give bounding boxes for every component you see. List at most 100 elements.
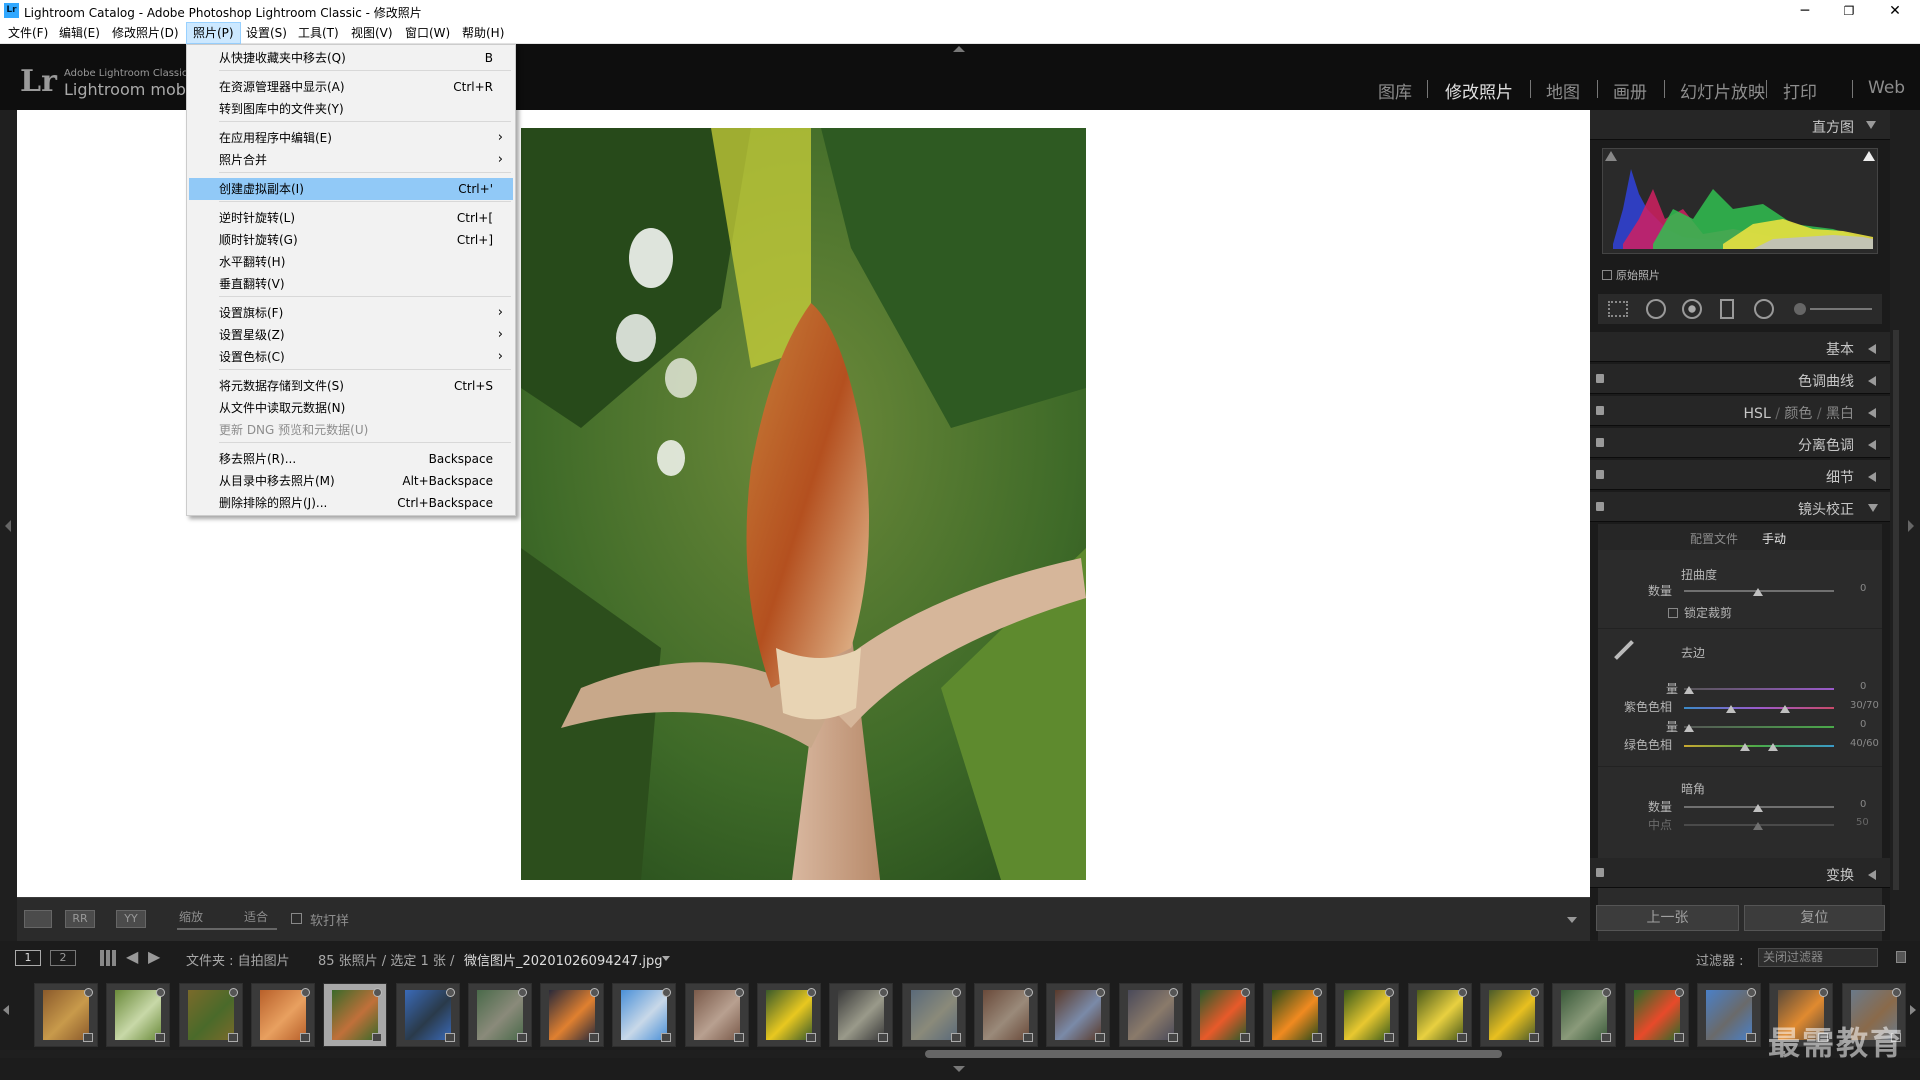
right-panel-scrollbar[interactable] <box>1893 330 1899 890</box>
filmstrip-thumbnail[interactable] <box>34 983 98 1047</box>
radial-filter-icon[interactable] <box>1754 299 1774 319</box>
filmstrip-thumbnail[interactable] <box>1480 983 1544 1047</box>
basic-panel-header[interactable]: 基本 <box>1590 332 1890 362</box>
previous-button[interactable]: 上一张 <box>1596 905 1739 931</box>
transform-expand-icon[interactable] <box>1868 870 1876 880</box>
filmstrip-thumbnail[interactable] <box>1407 983 1472 1047</box>
purple-hue-knob-low[interactable] <box>1726 705 1736 713</box>
tone-curve-header[interactable]: 色调曲线 <box>1590 364 1890 394</box>
maximize-icon[interactable]: ❐ <box>1826 0 1872 22</box>
filmstrip-thumbnail[interactable] <box>973 983 1038 1047</box>
filmstrip-thumbnail[interactable] <box>106 983 171 1047</box>
menu-7[interactable]: 视图(V) <box>345 22 399 44</box>
photo-menu-item[interactable]: 设置旗标(F) › <box>189 302 513 324</box>
hsl-header[interactable]: HSL / 颜色 / 黑白 <box>1590 396 1890 426</box>
detail-header[interactable]: 细节 <box>1590 460 1890 490</box>
tone-curve-switch[interactable] <box>1596 374 1604 383</box>
module-tab-5[interactable]: 幻灯片放映 <box>1680 78 1765 103</box>
lens-collapse-icon[interactable] <box>1868 504 1878 512</box>
eyedropper-icon[interactable] <box>1614 640 1634 660</box>
filmstrip-thumbnail[interactable] <box>467 983 532 1047</box>
filmstrip-thumbnail[interactable] <box>1190 983 1255 1047</box>
menu-8[interactable]: 窗口(W) <box>399 22 456 44</box>
hsl-switch[interactable] <box>1596 406 1604 415</box>
forward-arrow-icon[interactable]: ▶ <box>148 947 160 966</box>
module-tab-1[interactable]: 图库 <box>1378 78 1412 103</box>
menu-9[interactable]: 帮助(H) <box>456 22 510 44</box>
vignetting-midpoint-knob[interactable] <box>1753 822 1763 830</box>
constrain-crop-checkbox[interactable] <box>1668 608 1678 618</box>
reset-button[interactable]: 复位 <box>1744 905 1885 931</box>
tab-bw[interactable]: 黑白 <box>1826 406 1854 422</box>
photo-menu-item[interactable]: 从目录中移去照片(M) Alt+Backspace <box>189 470 513 492</box>
module-tab-7[interactable]: Web <box>1868 78 1905 98</box>
menu-4[interactable]: 照片(P) <box>186 22 241 44</box>
close-icon[interactable]: ✕ <box>1872 0 1918 22</box>
toolbar-menu-chevron-down-icon[interactable] <box>1567 917 1577 923</box>
crop-overlay-icon[interactable] <box>1608 301 1628 317</box>
filmstrip-thumbnail[interactable] <box>757 983 821 1047</box>
photo-menu-item[interactable]: 顺时针旋转(G) Ctrl+] <box>189 229 513 251</box>
filmstrip-thumbnail[interactable] <box>684 983 749 1047</box>
tab-profile[interactable]: 配置文件 <box>1690 530 1738 547</box>
filter-select[interactable]: 关闭过滤器 <box>1758 948 1878 967</box>
module-tab-6[interactable]: 打印 <box>1783 78 1817 103</box>
grid-view-icon[interactable] <box>100 950 116 966</box>
red-eye-icon[interactable] <box>1682 299 1702 319</box>
back-arrow-icon[interactable]: ◀ <box>126 947 138 966</box>
original-photo-checkbox[interactable] <box>1602 270 1612 280</box>
filmstrip-left-arrow-icon[interactable] <box>3 1005 9 1015</box>
tone-curve-expand-icon[interactable] <box>1868 376 1876 386</box>
photo-menu-item[interactable]: 删除排除的照片(J)... Ctrl+Backspace <box>189 492 513 514</box>
minimize-icon[interactable]: ─ <box>1782 0 1828 22</box>
menu-6[interactable]: 工具(T) <box>292 22 345 44</box>
tab-manual[interactable]: 手动 <box>1762 530 1786 547</box>
transform-switch[interactable] <box>1596 868 1604 877</box>
detail-expand-icon[interactable] <box>1868 472 1876 482</box>
bottom-panel-toggle-icon[interactable] <box>953 1066 965 1072</box>
vignetting-amount-knob[interactable] <box>1753 804 1763 812</box>
purple-hue-slider[interactable] <box>1684 707 1834 709</box>
photo-menu-item[interactable]: 设置色标(C) › <box>189 346 513 368</box>
filmstrip-scrollbar[interactable] <box>925 1050 1502 1058</box>
photo-menu-item[interactable]: 移去照片(R)... Backspace <box>189 448 513 470</box>
window2-button[interactable]: 2 <box>50 950 76 966</box>
purple-amount-slider[interactable] <box>1684 688 1834 690</box>
menu-1[interactable]: 文件(F) <box>2 22 54 44</box>
filmstrip-thumbnail[interactable] <box>1624 983 1689 1047</box>
transform-header[interactable]: 变换 <box>1590 858 1890 888</box>
photo-menu-item[interactable]: 从快捷收藏夹中移去(Q) B <box>189 47 513 69</box>
purple-amount-knob[interactable] <box>1684 686 1694 694</box>
filmstrip-thumbnail[interactable] <box>395 983 460 1047</box>
filmstrip-thumbnail[interactable] <box>540 983 605 1047</box>
photo-menu-item[interactable]: 水平翻转(H) <box>189 251 513 273</box>
graduated-filter-icon[interactable] <box>1720 299 1734 319</box>
module-tab-3[interactable]: 地图 <box>1546 78 1580 103</box>
module-tab-4[interactable]: 画册 <box>1613 78 1647 103</box>
green-hue-knob-high[interactable] <box>1768 743 1778 751</box>
filmstrip-thumbnail[interactable] <box>250 983 315 1047</box>
spot-removal-icon[interactable] <box>1646 299 1666 319</box>
photo-menu-item[interactable]: 设置星级(Z) › <box>189 324 513 346</box>
tab-color[interactable]: 颜色 <box>1784 406 1812 422</box>
photo-menu-item[interactable]: 照片合并 › <box>189 149 513 171</box>
purple-hue-knob-high[interactable] <box>1780 705 1790 713</box>
filmstrip-thumbnail[interactable] <box>323 983 388 1047</box>
green-hue-slider[interactable] <box>1684 745 1834 747</box>
filmstrip-thumbnail[interactable] <box>829 983 894 1047</box>
left-panel-toggle-icon[interactable] <box>5 520 11 532</box>
filmstrip-thumbnail[interactable] <box>1046 983 1111 1047</box>
before-after-rr-button[interactable]: RR <box>65 910 95 928</box>
brush-size-slider[interactable] <box>1810 308 1872 310</box>
histogram-header[interactable]: 直方图 <box>1590 110 1890 140</box>
loupe-view-icon[interactable] <box>24 910 52 928</box>
filmstrip-thumbnail[interactable] <box>1263 983 1328 1047</box>
top-panel-toggle-icon[interactable] <box>953 46 965 52</box>
photo-menu-item[interactable]: 将元数据存储到文件(S) Ctrl+S <box>189 375 513 397</box>
green-amount-knob[interactable] <box>1684 724 1694 732</box>
highlight-clipping-icon[interactable] <box>1863 151 1875 161</box>
filename-chevron-down-icon[interactable] <box>662 956 670 961</box>
green-amount-slider[interactable] <box>1684 726 1834 728</box>
photo-menu-item[interactable]: 在应用程序中编辑(E) › <box>189 127 513 149</box>
filmstrip-thumbnail[interactable] <box>1118 983 1183 1047</box>
